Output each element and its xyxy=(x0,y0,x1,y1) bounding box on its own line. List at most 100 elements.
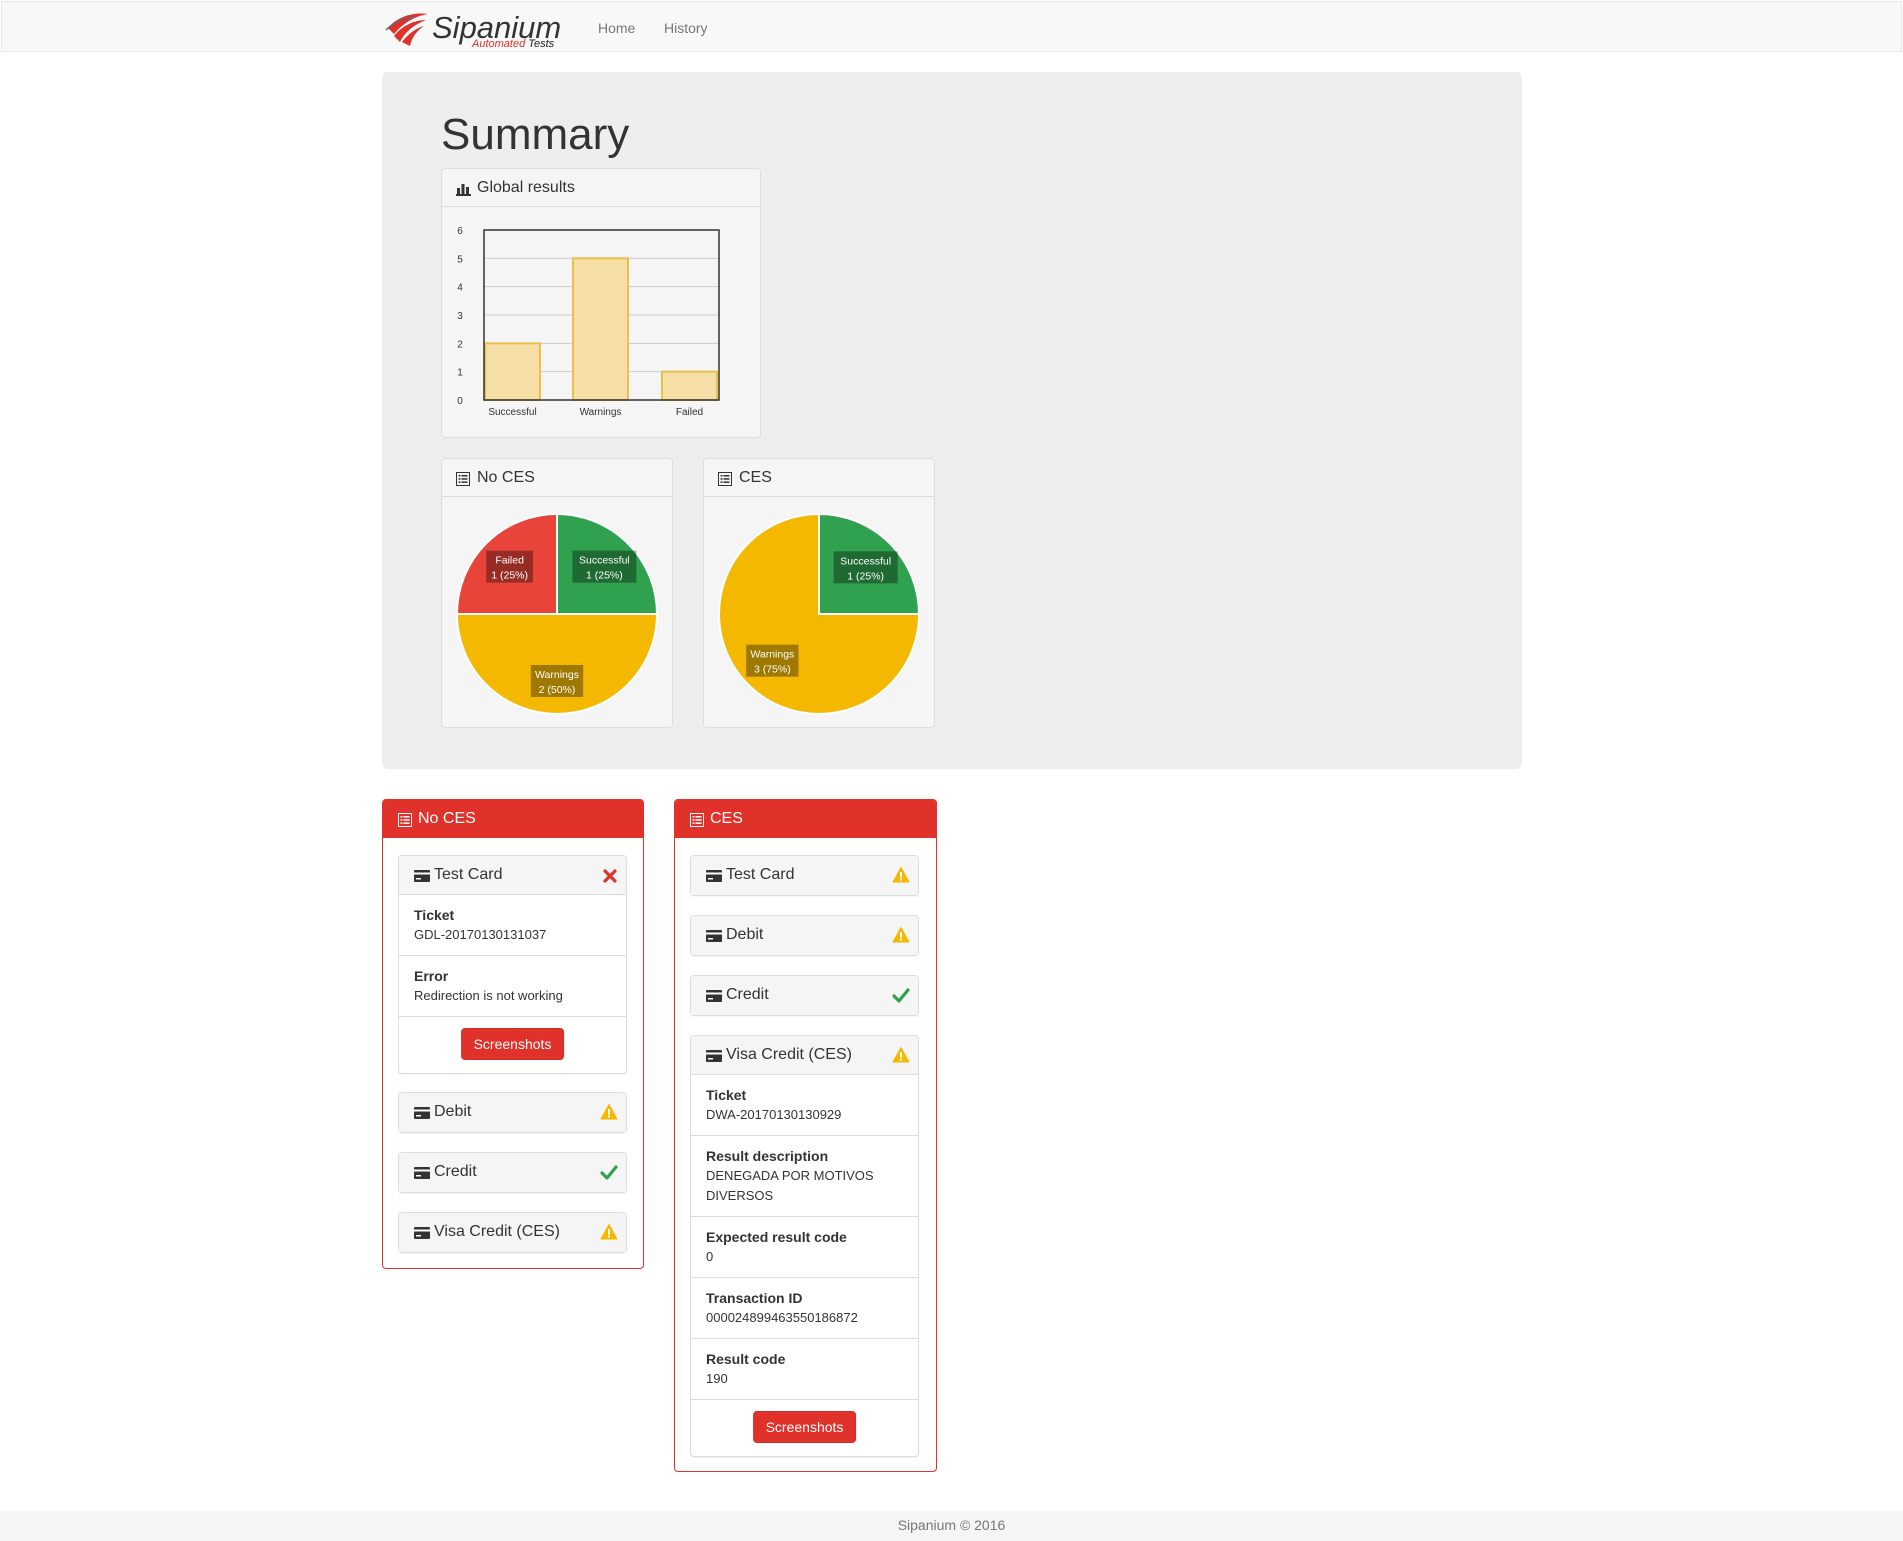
bar xyxy=(661,370,718,402)
nocs-results-title: No CES xyxy=(418,810,476,827)
ticket-row: Ticket GDL-20170130131037 xyxy=(399,895,626,956)
summary-section: Summary Global results 0 1 2 3 4 5 6 Successful… xyxy=(382,72,1522,769)
row-label: Error xyxy=(414,968,449,984)
card-header[interactable]: Debit xyxy=(399,1093,626,1132)
card-header[interactable]: Visa Credit (CES) xyxy=(691,1036,918,1075)
credit-card-icon xyxy=(414,1167,430,1179)
nocs-results-header: No CES xyxy=(383,800,643,838)
y-tick-label: 3 xyxy=(457,311,463,322)
warning-icon xyxy=(892,927,910,943)
error-row: Error Redirection is not working xyxy=(399,956,626,1017)
row-value: Redirection is not working xyxy=(414,988,563,1003)
list-icon xyxy=(456,472,470,486)
nocs-pie-title: No CES xyxy=(477,469,535,486)
nocs-pie-panel: No CES Successful 1 (25%) Warnings 2 (50%) F… xyxy=(441,458,673,728)
y-tick-label: 0 xyxy=(457,396,463,407)
list-icon xyxy=(718,472,732,486)
card-title: Visa Credit (CES) xyxy=(726,1046,852,1063)
global-results-panel: Global results 0 1 2 3 4 5 6 Successful Warnings… xyxy=(441,168,761,438)
card-header[interactable]: Visa Credit (CES) xyxy=(399,1213,626,1252)
ces-card-test-card[interactable]: Test Card xyxy=(690,855,919,896)
result-description-row: Result description DENEGADA POR MOTIVOS … xyxy=(691,1136,918,1217)
row-label: Transaction ID xyxy=(706,1290,803,1306)
card-title: Test Card xyxy=(434,866,503,883)
pie-slice xyxy=(455,613,659,715)
x-tick-label: Successful xyxy=(488,407,536,418)
y-tick-label: 4 xyxy=(457,283,463,294)
ces-card-debit[interactable]: Debit xyxy=(690,915,919,956)
button-row: Screenshots xyxy=(399,1017,626,1073)
success-check-icon xyxy=(600,1165,618,1180)
card-header[interactable]: Credit xyxy=(691,976,918,1015)
brand-subtitle: Automated Tests xyxy=(472,38,555,50)
card-title: Visa Credit (CES) xyxy=(434,1223,560,1240)
credit-card-icon xyxy=(706,930,722,942)
warning-icon xyxy=(892,1047,910,1063)
pie-label-name: Successful xyxy=(840,555,891,567)
success-check-icon xyxy=(892,988,910,1003)
ces-pie-panel: CES Successful 1 (25%) Warnings 3 (75%) xyxy=(703,458,935,728)
row-value: GDL-20170130131037 xyxy=(414,927,547,942)
global-results-bar-chart: 0 1 2 3 4 5 6 Successful Warnings Failed xyxy=(457,226,720,418)
navbar: Sipanium Automated Tests Home History xyxy=(1,1,1902,52)
footer: Sipanium © 2016 xyxy=(0,1511,1903,1541)
ces-results-panel: CES Test Card Debit Credit Visa Credit (… xyxy=(674,799,937,1472)
card-header[interactable]: Debit xyxy=(691,916,918,955)
warning-icon xyxy=(600,1224,618,1240)
row-value: 000024899463550186872 xyxy=(706,1310,858,1325)
list-icon xyxy=(398,813,412,827)
card-title: Test Card xyxy=(726,866,795,883)
result-code-row: Result code 190 xyxy=(691,1339,918,1400)
row-label: Ticket xyxy=(414,907,455,923)
y-tick-label: 1 xyxy=(457,368,463,379)
ces-pie-header: CES xyxy=(704,459,934,497)
nocs-card-credit[interactable]: Credit xyxy=(398,1152,627,1193)
ces-card-credit[interactable]: Credit xyxy=(690,975,919,1016)
pie-label-name: Warnings xyxy=(535,669,579,681)
brand-logo[interactable]: Sipanium Automated Tests xyxy=(384,6,564,50)
credit-card-icon xyxy=(706,1050,722,1062)
bar xyxy=(572,257,629,402)
card-header[interactable]: Credit xyxy=(399,1153,626,1192)
y-tick-label: 5 xyxy=(457,254,463,265)
transaction-id-row: Transaction ID 000024899463550186872 xyxy=(691,1278,918,1339)
credit-card-icon xyxy=(414,870,430,882)
ticket-row: Ticket DWA-20170130130929 xyxy=(691,1075,918,1136)
row-value: 0 xyxy=(706,1249,714,1264)
failed-x-icon xyxy=(603,869,617,883)
pie-label-value: 3 (75%) xyxy=(754,664,791,676)
ces-card-visa-credit-ces: Visa Credit (CES) Ticket DWA-20170130130… xyxy=(690,1035,919,1457)
nocs-card-visa-credit-ces[interactable]: Visa Credit (CES) xyxy=(398,1212,627,1253)
credit-card-icon xyxy=(414,1227,430,1239)
nocs-results-panel: No CES Test Card Ticket GDL-201701301310… xyxy=(382,799,644,1269)
credit-card-icon xyxy=(414,1107,430,1119)
nocs-pie-chart: Successful 1 (25%) Warnings 2 (50%) Failed 1 … xyxy=(455,512,659,715)
screenshots-button[interactable]: Screenshots xyxy=(752,1411,857,1443)
nocs-card-test-card: Test Card Ticket GDL-20170130131037 Erro… xyxy=(398,855,627,1074)
card-header[interactable]: Test Card xyxy=(691,856,918,895)
card-header[interactable]: Test Card xyxy=(399,856,626,895)
nav-home-link[interactable]: Home xyxy=(598,20,635,36)
y-tick-label: 6 xyxy=(457,226,463,237)
pie-label-name: Successful xyxy=(579,555,630,567)
global-results-header: Global results xyxy=(442,169,760,207)
row-label: Ticket xyxy=(706,1087,747,1103)
global-results-title: Global results xyxy=(477,179,575,196)
expected-result-code-row: Expected result code 0 xyxy=(691,1217,918,1278)
brand-swoosh-icon xyxy=(385,13,428,46)
card-title: Credit xyxy=(434,1163,477,1180)
row-label: Result description xyxy=(706,1148,829,1164)
credit-card-icon xyxy=(706,990,722,1002)
pie-label-value: 1 (25%) xyxy=(491,570,528,582)
warning-icon xyxy=(600,1104,618,1120)
button-row: Screenshots xyxy=(691,1400,918,1456)
nav-history-link[interactable]: History xyxy=(664,20,708,36)
screenshots-button[interactable]: Screenshots xyxy=(460,1028,565,1060)
bar-chart-icon xyxy=(456,184,471,196)
nocs-card-debit[interactable]: Debit xyxy=(398,1092,627,1133)
ces-results-title: CES xyxy=(710,810,743,827)
ces-results-header: CES xyxy=(675,800,936,838)
nocs-pie-header: No CES xyxy=(442,459,672,497)
credit-card-icon xyxy=(706,870,722,882)
pie-label-value: 1 (25%) xyxy=(847,570,884,582)
